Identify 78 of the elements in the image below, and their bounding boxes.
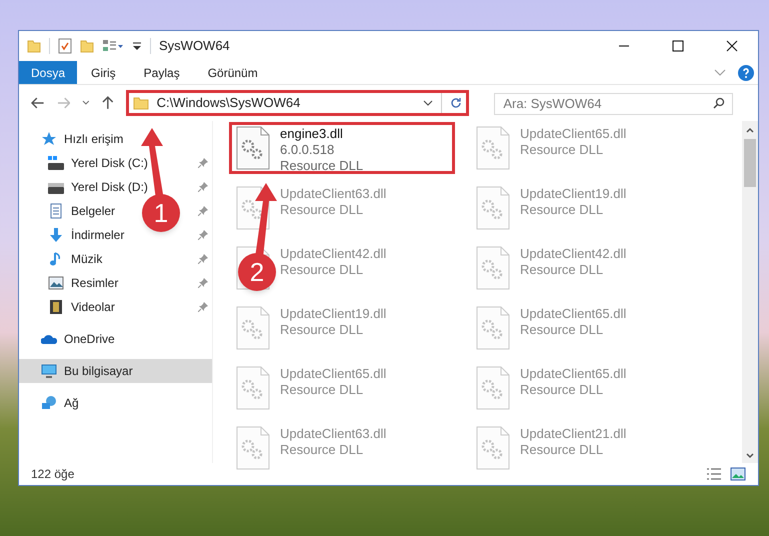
pin-icon[interactable]: [198, 302, 208, 312]
sidebar-item[interactable]: Videolar: [19, 295, 119, 319]
file-type: Resource DLL: [280, 202, 364, 218]
window-title: SysWOW64: [159, 37, 230, 56]
maximize-icon[interactable]: [672, 40, 684, 52]
file-type: Resource DLL: [520, 442, 604, 458]
gear-file-icon: [236, 426, 270, 470]
close-icon[interactable]: [726, 40, 738, 52]
ribbon-tab[interactable]: Paylaş: [130, 61, 194, 84]
file-item[interactable]: engine3.dll 6.0.0.518 Resource DLL: [229, 122, 455, 174]
search-icon: [713, 97, 725, 109]
sidebar-item[interactable]: Ağ: [19, 391, 83, 415]
sidebar-item[interactable]: Bu bilgisayar: [19, 359, 212, 383]
file-type: Resource DLL: [520, 382, 604, 398]
sidebar-item[interactable]: Yerel Disk (C:): [19, 151, 152, 175]
file-version: 6.0.0.518: [280, 142, 336, 158]
pin-icon[interactable]: [198, 254, 208, 264]
file-type: Resource DLL: [280, 262, 364, 278]
file-type: Resource DLL: [520, 262, 604, 278]
expand-ribbon-icon[interactable]: [714, 68, 726, 76]
scroll-thumb[interactable]: [744, 139, 756, 187]
properties-icon[interactable]: [58, 38, 72, 54]
ribbon-tab[interactable]: Dosya: [19, 61, 77, 84]
file-type: Resource DLL: [520, 142, 604, 158]
gear-file-icon: [236, 366, 270, 410]
sidebar-item[interactable]: İndirmeler: [19, 223, 128, 247]
film-icon: [48, 299, 64, 315]
pin-icon[interactable]: [198, 278, 208, 288]
file-type: Resource DLL: [520, 322, 604, 338]
computer-icon: [41, 363, 57, 379]
gear-file-icon: [476, 246, 510, 290]
document-icon: [48, 203, 64, 219]
picture-icon: [48, 275, 64, 291]
gear-file-icon: [476, 186, 510, 230]
drive-icon: [48, 155, 64, 171]
down-arrow-icon: [48, 227, 64, 243]
folder-icon: [132, 96, 149, 110]
item-count: 122 öğe: [31, 466, 74, 483]
gear-file-icon: [476, 126, 510, 170]
ribbon-tab[interactable]: Giriş: [77, 61, 130, 84]
gear-file-icon: [476, 426, 510, 470]
scrollbar[interactable]: [742, 121, 758, 463]
sidebar-item[interactable]: Belgeler: [19, 199, 120, 223]
back-icon[interactable]: [31, 97, 45, 109]
network-icon: [41, 395, 57, 411]
sidebar-item[interactable]: OneDrive: [19, 327, 119, 351]
file-type: Resource DLL: [280, 442, 364, 458]
help-icon[interactable]: [738, 64, 754, 80]
dropdown-icon[interactable]: [423, 100, 434, 106]
gear-file-icon: [476, 306, 510, 350]
sidebar-item[interactable]: Hızlı erişim: [19, 127, 128, 151]
refresh-icon[interactable]: [450, 97, 462, 109]
sidebar-item[interactable]: Resimler: [19, 271, 122, 295]
file-type: Resource DLL: [280, 322, 364, 338]
scroll-up-icon[interactable]: [746, 127, 754, 133]
file-type: Resource DLL: [520, 202, 604, 218]
dropdown-icon[interactable]: [132, 41, 142, 51]
pin-icon[interactable]: [198, 182, 208, 192]
up-icon[interactable]: [102, 96, 114, 110]
gear-file-icon: [236, 306, 270, 350]
gear-file-icon: [476, 366, 510, 410]
ribbon-tab[interactable]: Görünüm: [194, 61, 272, 84]
pin-icon[interactable]: [198, 206, 208, 216]
scroll-down-icon[interactable]: [746, 453, 754, 459]
search-field[interactable]: Ara: SysWOW64: [494, 92, 733, 114]
large-icons-view-icon[interactable]: [730, 467, 746, 481]
recent-locations-icon[interactable]: [82, 100, 90, 106]
file-type: Resource DLL: [280, 382, 364, 398]
sidebar-item[interactable]: Müzik: [19, 247, 106, 271]
star-icon: [41, 131, 57, 147]
view-icon[interactable]: [102, 39, 124, 53]
pin-icon[interactable]: [198, 230, 208, 240]
gear-file-icon: [236, 126, 270, 170]
file-type: Resource DLL: [280, 158, 364, 174]
details-view-icon[interactable]: [706, 467, 722, 481]
file-name[interactable]: engine3.dll: [280, 126, 364, 142]
address-bar[interactable]: C:\Windows\SysWOW64: [126, 90, 470, 116]
pin-icon[interactable]: [198, 158, 208, 168]
